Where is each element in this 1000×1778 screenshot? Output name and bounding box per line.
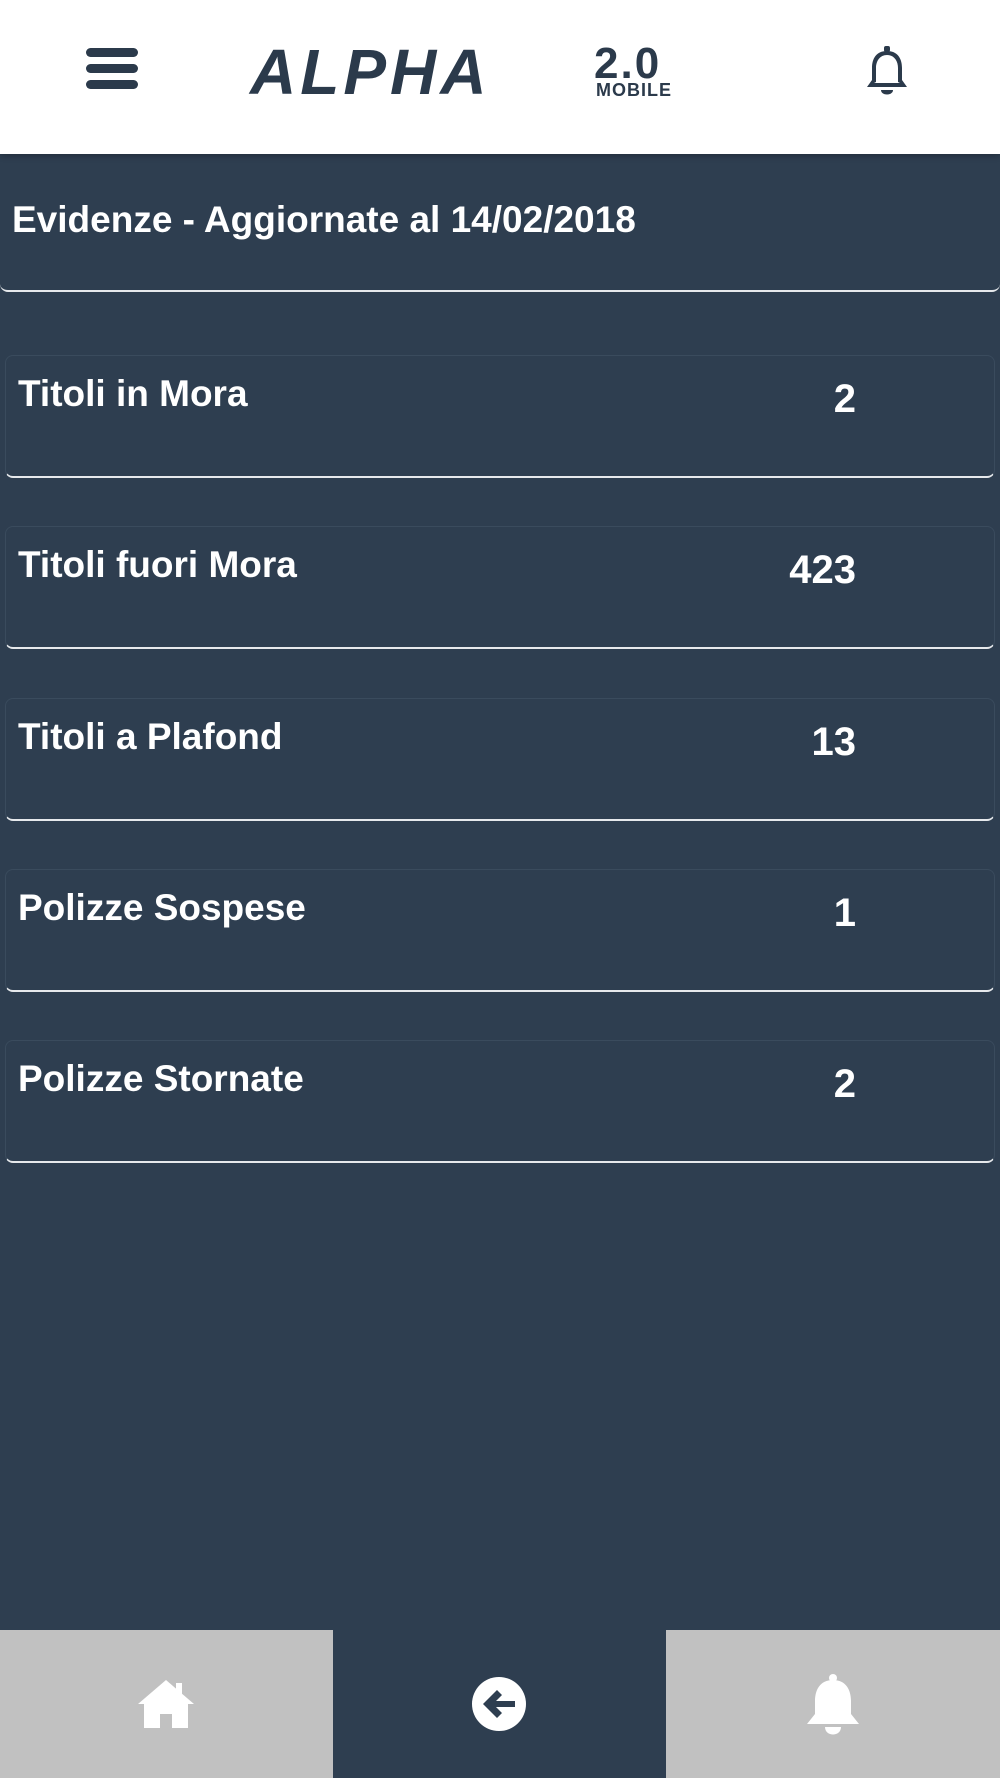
hamburger-menu-icon[interactable] (86, 48, 142, 92)
list-item-polizze-sospese[interactable]: Polizze Sospese 1 (5, 869, 995, 992)
bottom-tab-bar (0, 1630, 1000, 1778)
tab-notifications[interactable] (666, 1630, 1000, 1778)
list-item-titoli-fuori-mora[interactable]: Titoli fuori Mora 423 (5, 526, 995, 649)
logo-main-text: ALPHA (250, 36, 491, 108)
tab-home[interactable] (0, 1630, 333, 1778)
list-item-label: Titoli in Mora (18, 373, 248, 414)
bell-icon (807, 1674, 859, 1735)
top-app-bar: ALPHA 2.0 MOBILE (0, 0, 1000, 154)
list-item-count: 423 (789, 548, 856, 592)
logo-sub-text: MOBILE (596, 80, 672, 100)
list-item-label: Polizze Sospese (18, 887, 306, 928)
list-item-count: 1 (833, 891, 856, 935)
list-item-polizze-stornate[interactable]: Polizze Stornate 2 (5, 1040, 995, 1163)
list-item-label: Titoli a Plafond (18, 716, 283, 757)
arrow-left-circle-icon (472, 1677, 526, 1731)
page-title: Evidenze - Aggiornate al 14/02/2018 (12, 199, 636, 240)
app-logo: ALPHA 2.0 MOBILE (250, 36, 720, 108)
home-icon (138, 1680, 194, 1728)
list-item-count: 13 (811, 720, 857, 764)
list-item-label: Polizze Stornate (18, 1058, 304, 1099)
list-item-titoli-a-plafond[interactable]: Titoli a Plafond 13 (5, 698, 995, 821)
section-header: Evidenze - Aggiornate al 14/02/2018 (0, 154, 1000, 292)
list-item-count: 2 (833, 1062, 856, 1106)
list-item-label: Titoli fuori Mora (18, 544, 297, 585)
list-item-count: 2 (833, 377, 856, 421)
bell-icon[interactable] (862, 44, 912, 100)
list-item-titoli-in-mora[interactable]: Titoli in Mora 2 (5, 355, 995, 478)
tab-back[interactable] (333, 1630, 666, 1778)
